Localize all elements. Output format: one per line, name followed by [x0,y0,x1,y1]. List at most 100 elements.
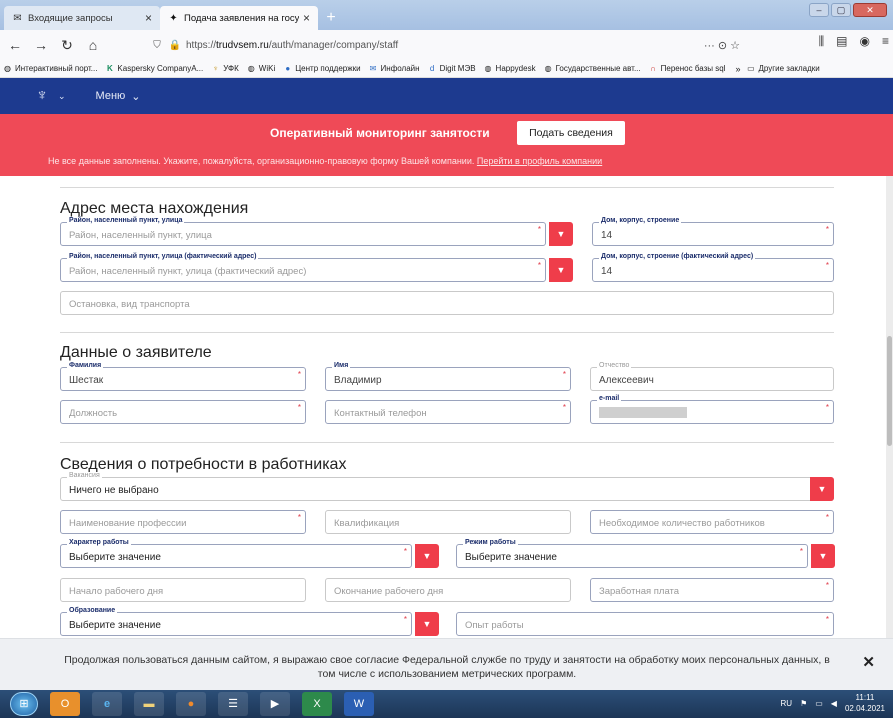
bookmark-label: Государственные авт... [555,64,641,73]
forward-icon[interactable]: → [30,34,52,56]
bookmark-item[interactable]: ◍ Государственные авт... [544,64,641,73]
alert-title: Оперативный мониторинг занятости [270,126,490,140]
file-explorer-icon[interactable]: ▬ [134,692,164,716]
start-button[interactable]: ⊞ [10,692,38,716]
network-icon[interactable]: ▭ [815,699,823,708]
transport-field[interactable]: Остановка, вид транспорта [60,291,834,315]
clock-date: 02.04.2021 [844,704,885,713]
vacancy-value: Ничего не выбрано [69,485,159,496]
bookmark-item[interactable]: d Digit МЭВ [428,64,476,73]
chevron-down-icon[interactable]: ▼ [810,477,834,501]
hamburger-menu-icon[interactable]: ≡ [882,34,889,49]
bookmark-item[interactable]: ✉ Инфолайн [369,64,420,73]
email-field[interactable]: e-mail * [590,395,834,424]
day-start-field[interactable]: Начало рабочего дня [60,578,306,602]
vacancy-label: Вакансия [67,472,102,480]
day-end-placeholder: Окончание рабочего дня [334,586,444,597]
bookmark-item[interactable]: ∩ Перенос базы sql [649,64,725,73]
firefox-icon[interactable]: ● [176,692,206,716]
profession-field[interactable]: Наименование профессии * [60,510,306,534]
database-icon[interactable]: ☰ [218,692,248,716]
district-actual-field[interactable]: Район, населенный пункт, улица (фактичес… [60,253,573,282]
scrollbar-thumb[interactable] [887,336,892,446]
experience-field[interactable]: Опыт работы * [456,612,834,636]
work-mode-select[interactable]: Режим работы Выберите значение * ▼ [456,539,835,568]
menu-label: Меню [95,90,126,102]
work-type-select[interactable]: Характер работы Выберите значение * ▼ [60,539,439,568]
submit-info-button[interactable]: Подать сведения [517,121,625,145]
volume-icon[interactable]: ◀ [831,699,837,708]
flag-icon[interactable]: ⚑ [800,699,807,708]
word-icon[interactable]: W [344,692,374,716]
salary-field[interactable]: Заработная плата * [590,578,834,602]
position-field[interactable]: Должность * [60,400,306,424]
chevron-down-icon[interactable]: ▼ [415,544,439,568]
education-value: Выберите значение [69,620,161,631]
bookmark-item[interactable]: ◍ Happydesk [484,64,536,73]
close-icon[interactable]: ✕ [862,653,875,671]
url-bar[interactable]: ⛉ 🔒 https:// trudvsem.ru /auth/manager/c… [150,34,740,56]
outlook-icon[interactable]: O [50,692,80,716]
other-bookmarks[interactable]: ▭ Другие закладки [746,64,820,73]
menu-dropdown[interactable]: Меню ⌄ [96,90,141,103]
required-mark: * [825,581,829,590]
day-end-field[interactable]: Окончание рабочего дня [325,578,571,602]
account-icon[interactable]: ◉ [860,34,870,49]
reload-icon[interactable]: ↻ [56,34,78,56]
house-actual-field[interactable]: Дом, корпус, строение (фактический адрес… [592,253,834,282]
language-indicator[interactable]: RU [781,699,793,708]
minimize-icon[interactable]: – [809,3,829,17]
new-tab-button[interactable]: + [322,9,340,27]
bookmark-item[interactable]: ♆ УФК [211,64,239,73]
phone-field[interactable]: Контактный телефон * [325,400,571,424]
emblem-icon[interactable]: ♆ [36,87,48,105]
applicant-section-title: Данные о заявителе [60,344,212,361]
reader-icon[interactable]: ▤ [836,34,847,49]
library-icon[interactable]: ⫼ [819,34,825,49]
bookmarks-overflow-icon[interactable]: » [735,64,740,74]
email-label: e-mail [597,395,622,403]
window-close-icon[interactable]: ✕ [853,3,887,17]
required-mark: * [562,403,566,412]
patronymic-field[interactable]: Отчество Алексеевич [590,362,834,391]
chevron-down-icon[interactable]: ▼ [811,544,835,568]
close-tab-icon[interactable]: × [303,11,310,25]
maximize-icon[interactable]: ▢ [831,3,851,17]
clock[interactable]: 11:11 02.04.2021 [845,692,885,714]
work-type-label: Характер работы [67,539,131,547]
district-placeholder: Район, населенный пункт, улица [69,230,212,241]
required-mark: * [562,370,566,379]
chevron-down-icon[interactable]: ▼ [549,258,573,282]
company-profile-link[interactable]: Перейти в профиль компании [477,156,602,166]
url-actions[interactable]: ··· ⊙ ☆ [704,39,740,52]
transport-placeholder: Остановка, вид транспорта [69,299,190,310]
media-icon[interactable]: ▶ [260,692,290,716]
excel-icon[interactable]: X [302,692,332,716]
chevron-down-icon[interactable]: ▼ [549,222,573,246]
bookmark-item[interactable]: ● Центр поддержки [283,64,360,73]
education-select[interactable]: Образование Выберите значение * ▼ [60,607,439,636]
tab-incoming-requests[interactable]: ✉ Входящие запросы × [4,6,160,30]
vacancy-select[interactable]: Вакансия Ничего не выбрано ▼ [60,472,834,501]
district-field[interactable]: Район, населенный пункт, улица Район, на… [60,217,573,246]
digit-icon: d [429,64,435,73]
surname-field[interactable]: Фамилия Шестак * [60,362,306,391]
bookmark-item[interactable]: ◍ WiKi [247,64,275,73]
bookmark-item[interactable]: ◍ Интерактивный порт... [3,64,97,73]
close-tab-icon[interactable]: × [145,11,152,25]
chevron-down-icon[interactable]: ⌄ [58,91,66,102]
back-icon[interactable]: ← [4,34,26,56]
qualification-field[interactable]: Квалификация [325,510,571,534]
workers-count-field[interactable]: Необходимое количество работников * [590,510,834,534]
bookmark-item[interactable]: K Kaspersky CompanyA... [105,64,203,73]
required-mark: * [825,403,829,412]
name-field[interactable]: Имя Владимир * [325,362,571,391]
home-icon[interactable]: ⌂ [82,34,104,56]
house-field[interactable]: Дом, корпус, строение 14 * [592,217,834,246]
tab-application-form[interactable]: ✦ Подача заявления на госуслу × [160,6,318,30]
page-scrollbar[interactable] [886,176,893,638]
lock-icon: 🔒 [168,39,182,51]
globe-icon: ◍ [4,64,11,73]
internet-explorer-icon[interactable]: e [92,692,122,716]
chevron-down-icon[interactable]: ▼ [415,612,439,636]
